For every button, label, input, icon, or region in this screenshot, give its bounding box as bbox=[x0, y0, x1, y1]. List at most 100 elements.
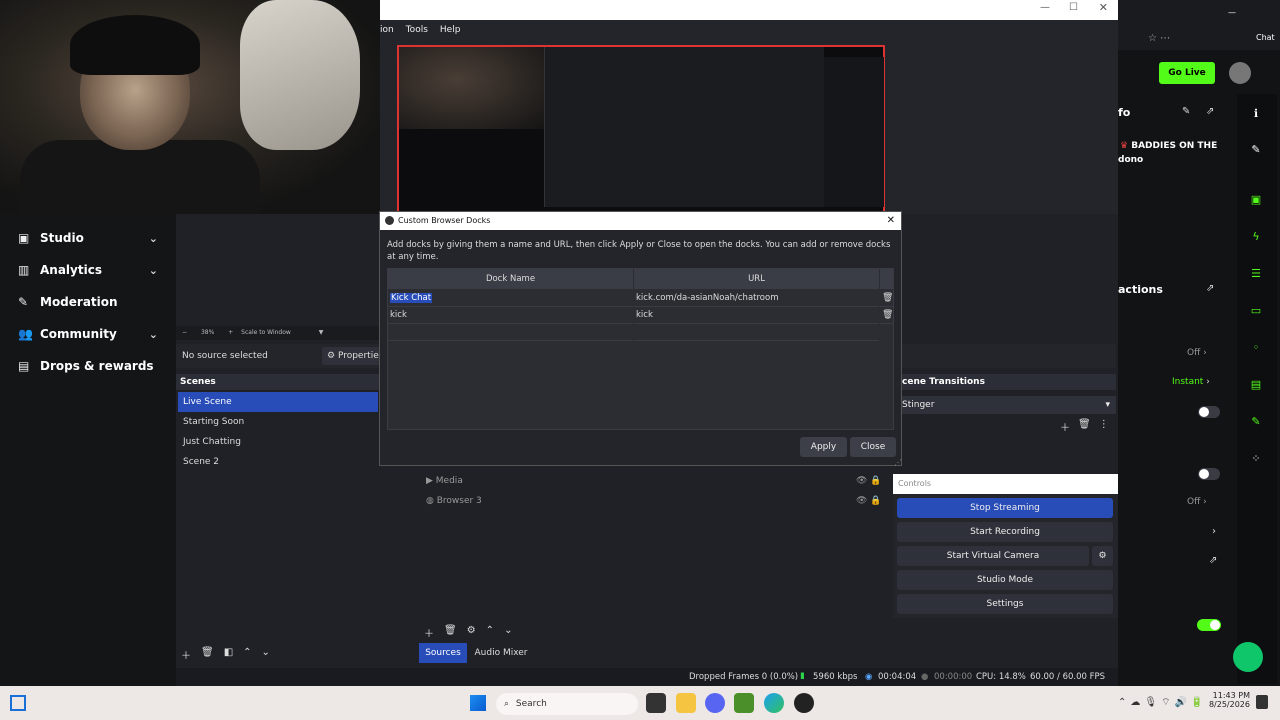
clock[interactable]: 11:43 PM 8/25/2026 bbox=[1206, 691, 1250, 709]
nav-analytics[interactable]: ▥ Analytics ⌄ bbox=[0, 254, 176, 286]
delete-dock-icon[interactable]: 🗑 bbox=[880, 290, 893, 307]
close-button[interactable]: Close bbox=[850, 437, 896, 457]
browser-controls[interactable]: — bbox=[1228, 8, 1236, 17]
source-item[interactable]: ▶ Media bbox=[426, 476, 463, 486]
add-scene-icon[interactable]: ＋ bbox=[181, 647, 191, 662]
move-up-icon[interactable]: ⌃ bbox=[243, 647, 251, 662]
close-icon[interactable]: ✕ bbox=[1099, 1, 1108, 14]
move-down-icon[interactable]: ⌄ bbox=[504, 625, 512, 640]
dropdown-icon[interactable]: ▼ bbox=[319, 329, 324, 336]
delete-scene-icon[interactable]: 🗑 bbox=[201, 647, 214, 662]
edit-icon[interactable]: ✎ bbox=[1249, 143, 1263, 157]
zoom-in-button[interactable]: + bbox=[228, 329, 233, 336]
lightning-icon[interactable]: ϟ bbox=[1249, 230, 1263, 244]
dock-url-cell[interactable]: kick.com/da-asianNoah/chatroom bbox=[634, 290, 879, 307]
settings-button[interactable]: Settings bbox=[897, 594, 1113, 614]
taskbar-search[interactable]: ⌕ Search bbox=[496, 693, 638, 715]
scene-item[interactable]: Just Chatting bbox=[178, 432, 378, 452]
start-virtual-camera-button[interactable]: Start Virtual Camera bbox=[897, 546, 1089, 566]
windows-start-icon[interactable] bbox=[470, 695, 486, 711]
close-icon[interactable]: ✕ bbox=[887, 212, 895, 230]
chevron-down-icon: ⌄ bbox=[148, 231, 158, 245]
edit-icon[interactable]: ✎ bbox=[1182, 106, 1190, 117]
setting-value[interactable]: Instant › bbox=[1172, 377, 1210, 387]
scene-item[interactable]: Scene 2 bbox=[178, 452, 378, 472]
menu-tools[interactable]: Tools bbox=[406, 25, 428, 35]
nav-community[interactable]: 👥 Community ⌄ bbox=[0, 318, 176, 350]
widgets-icon[interactable] bbox=[10, 695, 26, 711]
delete-icon[interactable]: 🗑 bbox=[1078, 419, 1091, 434]
move-down-icon[interactable]: ⌄ bbox=[262, 647, 270, 662]
gear-icon[interactable]: ⚙ bbox=[467, 625, 476, 640]
resize-grip-icon[interactable]: ⋰ bbox=[894, 458, 902, 467]
more-icon[interactable]: ⋮ bbox=[1099, 419, 1109, 434]
tab-sources[interactable]: Sources bbox=[419, 643, 467, 663]
filter-icon[interactable]: ◧ bbox=[224, 647, 233, 662]
menu-item[interactable]: ion bbox=[380, 25, 394, 35]
info-title: fo bbox=[1118, 106, 1131, 119]
add-icon[interactable]: ＋ bbox=[1060, 419, 1070, 434]
dock-url-cell[interactable]: kick bbox=[634, 307, 879, 324]
rail-icon[interactable]: ▣ bbox=[1249, 193, 1263, 207]
go-live-button[interactable]: Go Live bbox=[1159, 62, 1215, 84]
scale-select[interactable]: Scale to Window bbox=[241, 329, 291, 336]
obs-preview[interactable] bbox=[397, 45, 885, 213]
minimize-icon[interactable]: — bbox=[1040, 2, 1050, 13]
add-source-icon[interactable]: ＋ bbox=[424, 625, 434, 640]
list-icon[interactable]: ☰ bbox=[1249, 267, 1263, 281]
menu-help[interactable]: Help bbox=[440, 25, 461, 35]
share-icon[interactable]: ⁘ bbox=[1249, 452, 1263, 466]
edge-icon[interactable] bbox=[764, 693, 784, 713]
broadcast-icon[interactable]: ◦ bbox=[1249, 341, 1263, 355]
popout-icon[interactable]: ⇗ bbox=[1206, 106, 1214, 117]
layout-icon[interactable]: ▤ bbox=[1249, 378, 1263, 392]
move-up-icon[interactable]: ⌃ bbox=[486, 625, 494, 640]
maximize-icon[interactable]: ☐ bbox=[1069, 2, 1078, 13]
nav-drops[interactable]: ▤ Drops & rewards bbox=[0, 350, 176, 382]
visibility-icon[interactable]: 👁 🔒 bbox=[856, 476, 882, 486]
external-link-icon[interactable]: ⇗ bbox=[1209, 555, 1217, 566]
minecraft-icon[interactable] bbox=[734, 693, 754, 713]
support-icon[interactable] bbox=[1233, 642, 1263, 672]
studio-mode-button[interactable]: Studio Mode bbox=[897, 570, 1113, 590]
popout-icon[interactable]: ⇗ bbox=[1206, 283, 1214, 294]
dock-name-cell[interactable]: kick bbox=[388, 307, 633, 324]
transition-select[interactable]: Stinger ▾ bbox=[898, 396, 1116, 414]
tab-audio-mixer[interactable]: Audio Mixer bbox=[470, 643, 532, 663]
setting-value[interactable]: Off › bbox=[1187, 497, 1207, 507]
toggle[interactable] bbox=[1198, 406, 1220, 418]
delete-source-icon[interactable]: 🗑 bbox=[444, 625, 457, 640]
discord-icon[interactable] bbox=[705, 693, 725, 713]
dock-name-cell[interactable]: Kick Chat bbox=[388, 290, 633, 307]
toggle-on[interactable] bbox=[1197, 619, 1221, 631]
info-icon[interactable]: ℹ bbox=[1249, 107, 1263, 121]
extensions-icon[interactable]: ☆ ⋯ bbox=[1148, 33, 1170, 44]
file-explorer-icon[interactable] bbox=[676, 693, 696, 713]
start-recording-button[interactable]: Start Recording bbox=[897, 522, 1113, 542]
chat-button[interactable]: Chat bbox=[1256, 33, 1275, 42]
task-view-icon[interactable] bbox=[646, 693, 666, 713]
zoom-out-button[interactable]: − bbox=[182, 329, 187, 336]
apply-button[interactable]: Apply bbox=[800, 437, 847, 457]
wrench-icon[interactable]: ✎ bbox=[1249, 415, 1263, 429]
dock-name-cell-empty[interactable] bbox=[388, 324, 633, 341]
stop-streaming-button[interactable]: Stop Streaming bbox=[897, 498, 1113, 518]
nav-studio[interactable]: ▣ Studio ⌄ bbox=[0, 222, 176, 254]
notification-icon[interactable] bbox=[1256, 695, 1268, 709]
scene-item[interactable]: Starting Soon bbox=[178, 412, 378, 432]
bitrate: 5960 kbps bbox=[813, 672, 858, 682]
chat-icon[interactable]: ▭ bbox=[1249, 304, 1263, 318]
scene-item[interactable]: Live Scene bbox=[178, 392, 378, 412]
source-item[interactable]: ◍ Browser 3 bbox=[426, 496, 482, 506]
setting-value[interactable]: Off › bbox=[1187, 348, 1207, 358]
chevron-right-icon[interactable]: › bbox=[1212, 526, 1216, 537]
dock-url-cell-empty[interactable] bbox=[634, 324, 879, 341]
obs-icon[interactable] bbox=[794, 693, 814, 713]
tray-icons[interactable]: ⌃☁🎙⌔🔊🔋 bbox=[1118, 696, 1207, 709]
nav-moderation[interactable]: ✎ Moderation bbox=[0, 286, 176, 318]
avatar[interactable] bbox=[1229, 62, 1251, 84]
gear-icon[interactable]: ⚙ bbox=[1092, 546, 1113, 566]
toggle[interactable] bbox=[1198, 468, 1220, 480]
delete-dock-icon[interactable]: 🗑 bbox=[880, 307, 893, 324]
visibility-icon[interactable]: 👁 🔒 bbox=[856, 496, 882, 506]
